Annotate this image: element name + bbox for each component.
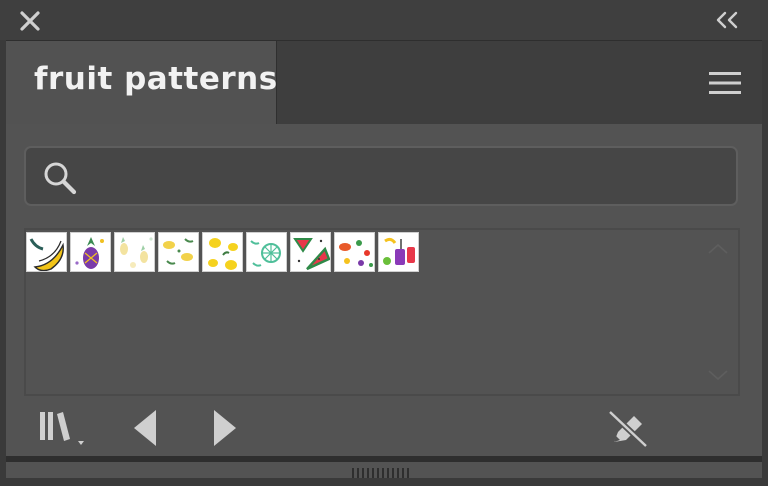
resize-bar [6,462,762,478]
swatches-panel [6,124,762,456]
double-chevron-left-icon[interactable] [714,10,740,30]
pineapple-pattern-swatch[interactable] [70,232,111,272]
fruit-drink-pattern-swatch[interactable] [378,232,419,272]
tab-label: fruit patterns [34,61,278,97]
search-icon [42,160,78,196]
tab-fruit-patterns[interactable]: fruit patterns [6,41,277,125]
scroll-down-arrow-icon[interactable] [706,368,730,382]
tab-strip: fruit patterns [6,40,762,125]
citrus-slice-pattern-swatch[interactable] [246,232,287,272]
close-icon[interactable] [18,9,42,33]
previous-triangle-icon[interactable] [134,410,158,446]
banana-pattern-swatch[interactable] [26,232,67,272]
search-input[interactable] [90,158,724,196]
swatch-libraries-menu-icon[interactable] [40,410,92,446]
watermelon-pattern-swatch[interactable] [290,232,331,272]
pale-pineapple-pattern-swatch[interactable] [114,232,155,272]
mixed-fruit-pattern-swatch[interactable] [334,232,375,272]
lemon-pattern-swatch[interactable] [202,232,243,272]
lemon-leaf-pattern-swatch[interactable] [158,232,199,272]
swatch-row [26,232,422,272]
panel-titlebar [0,0,768,40]
resize-grip-icon[interactable] [350,464,414,478]
swatch-list [24,228,740,396]
search-box [24,146,738,206]
next-triangle-icon[interactable] [212,410,236,446]
scroll-up-arrow-icon[interactable] [706,240,730,254]
break-link-pencil-icon[interactable] [607,409,649,449]
hamburger-menu-icon[interactable] [708,69,742,97]
